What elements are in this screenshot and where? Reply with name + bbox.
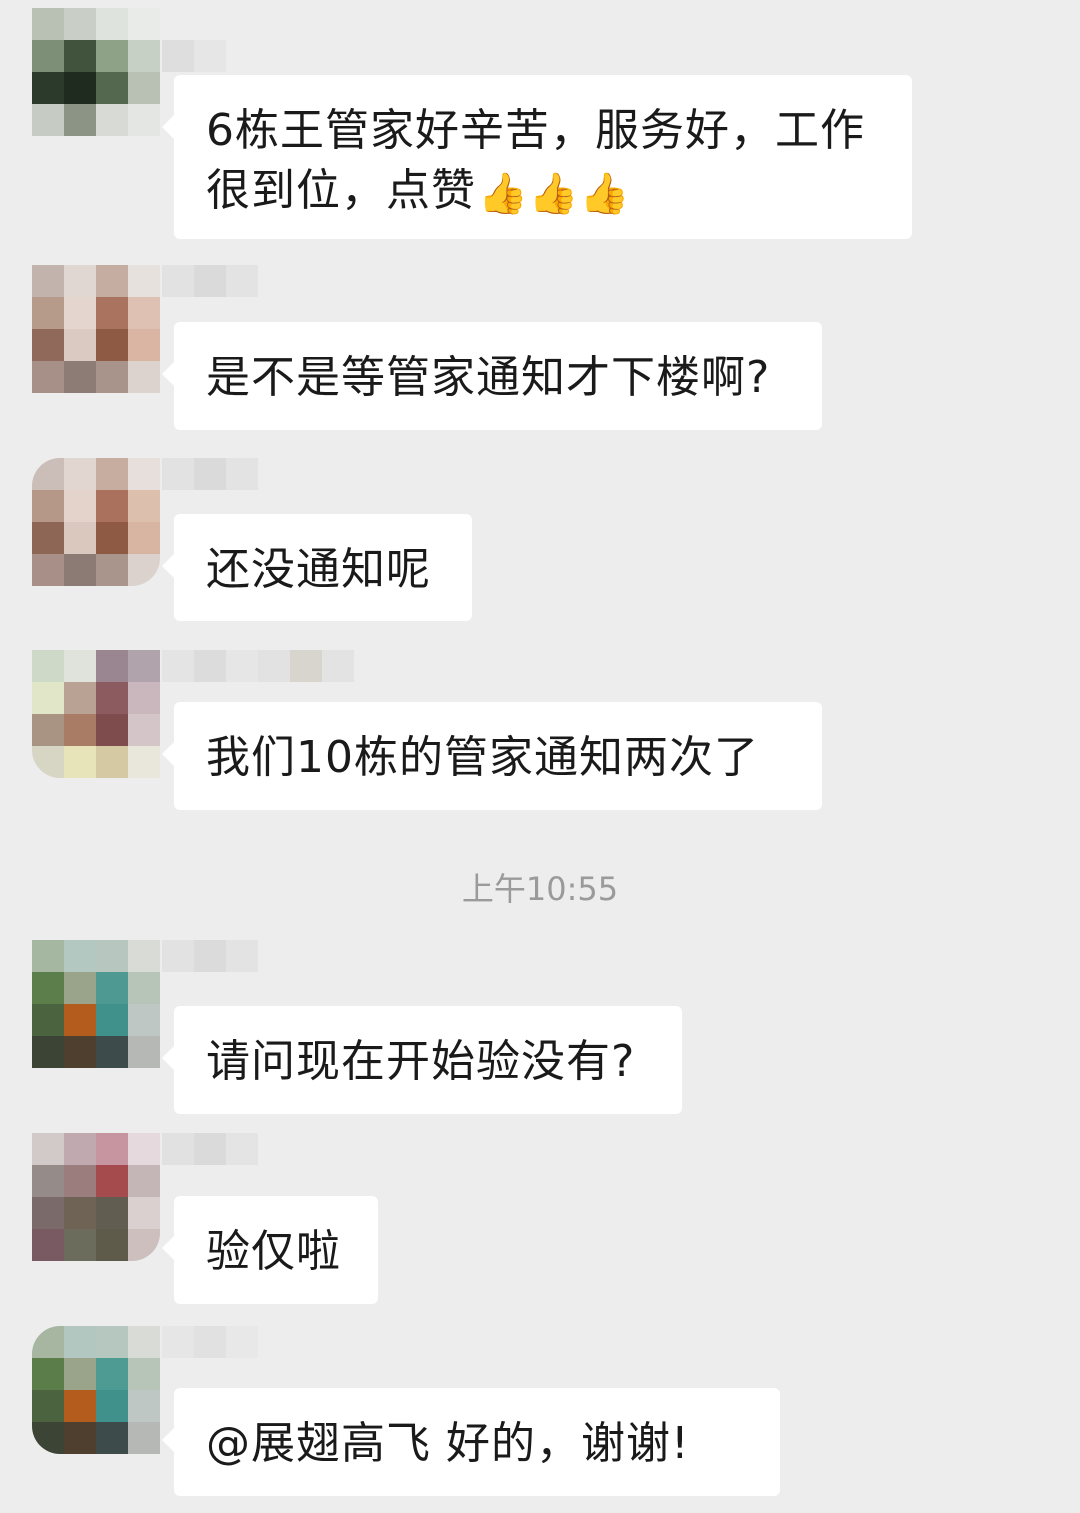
message-bubble[interactable]: 还没通知呢 <box>162 514 472 621</box>
avatar[interactable] <box>32 650 160 778</box>
avatar[interactable] <box>32 940 160 1068</box>
message-text: 验仅啦 <box>206 1226 341 1277</box>
thumbs-up-icon: 👍👍👍 <box>478 171 631 217</box>
message-bubble[interactable]: @展翅高飞 好的，谢谢! <box>162 1388 780 1496</box>
avatar[interactable] <box>32 458 160 586</box>
message-text: 是不是等管家通知才下楼啊? <box>206 352 771 403</box>
avatar[interactable] <box>32 8 160 136</box>
message-bubble[interactable]: 6栋王管家好辛苦，服务好，工作很到位，点赞👍👍👍 <box>162 75 912 239</box>
sender-name-blurred <box>162 265 258 329</box>
message-bubble[interactable]: 请问现在开始验没有? <box>162 1006 682 1114</box>
sender-name-blurred <box>162 1326 258 1390</box>
message-bubble[interactable]: 是不是等管家通知才下楼啊? <box>162 322 822 430</box>
timestamp: 上午10:55 <box>461 870 619 908</box>
avatar[interactable] <box>32 1133 160 1261</box>
sender-name-blurred <box>162 1133 258 1197</box>
message-bubble[interactable]: 验仅啦 <box>162 1196 378 1304</box>
avatar[interactable] <box>32 1326 160 1454</box>
chat-thread[interactable]: 6栋王管家好辛苦，服务好，工作很到位，点赞👍👍👍 是不是等管家通知才下楼啊? 还… <box>0 0 1080 1513</box>
message-text: 请问现在开始验没有? <box>206 1036 636 1087</box>
sender-name-blurred <box>162 458 258 522</box>
message-bubble[interactable]: 我们10栋的管家通知两次了 <box>162 702 822 810</box>
sender-name-blurred <box>162 940 258 1004</box>
message-text: @展翅高飞 好的，谢谢! <box>206 1418 690 1469</box>
avatar[interactable] <box>32 265 160 393</box>
message-text: 我们10栋的管家通知两次了 <box>206 732 759 783</box>
message-text: 还没通知呢 <box>206 544 431 595</box>
